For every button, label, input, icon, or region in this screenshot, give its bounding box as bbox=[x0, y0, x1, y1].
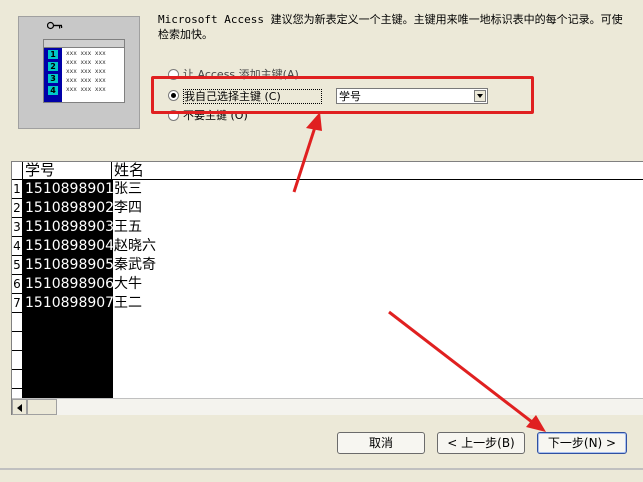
cell-name[interactable]: 秦武奇 bbox=[112, 256, 312, 275]
cell-name[interactable]: 张三 bbox=[112, 180, 312, 199]
highlight-box bbox=[151, 76, 534, 114]
corner-selector[interactable] bbox=[12, 162, 23, 180]
row-selector[interactable]: 7 bbox=[12, 294, 23, 313]
cell-id[interactable]: 1510898904 bbox=[23, 237, 114, 256]
key-number: 4 bbox=[48, 86, 58, 95]
row-selector[interactable]: 6 bbox=[12, 275, 23, 294]
column-header-id[interactable]: 学号 bbox=[23, 162, 112, 180]
divider bbox=[0, 468, 643, 470]
primary-key-illustration: 1 2 3 4 xxx xxx xxx xxx xxx xxx xxx xxx … bbox=[18, 16, 140, 129]
description-line: 检索加快。 bbox=[158, 28, 213, 41]
placeholder-row: xxx xxx xxx bbox=[66, 77, 106, 84]
cell-name[interactable]: 大牛 bbox=[112, 275, 312, 294]
key-number: 2 bbox=[48, 62, 58, 71]
row-selector[interactable]: 5 bbox=[12, 256, 23, 275]
cell-id[interactable]: 1510898902 bbox=[23, 199, 114, 218]
cell-name[interactable]: 赵晓六 bbox=[112, 237, 312, 256]
cell-id[interactable]: 1510898903 bbox=[23, 218, 114, 237]
cell-id[interactable]: 1510898901 bbox=[23, 180, 114, 199]
cell-name[interactable]: 王五 bbox=[112, 218, 312, 237]
cell-id[interactable]: 1510898907 bbox=[23, 294, 114, 313]
row-selector[interactable]: 2 bbox=[12, 199, 23, 218]
placeholder-row: xxx xxx xxx bbox=[66, 68, 106, 75]
row-selector[interactable]: 4 bbox=[12, 237, 23, 256]
cell-name[interactable]: 李四 bbox=[112, 199, 312, 218]
arrowhead bbox=[306, 112, 322, 131]
next-button[interactable]: 下一步(N) > bbox=[537, 432, 627, 454]
cell-id[interactable]: 1510898906 bbox=[23, 275, 114, 294]
description-text: Microsoft Access 建议您为新表定义一个主键。主键用来唯一地标识表… bbox=[158, 12, 643, 42]
key-icon bbox=[47, 21, 63, 30]
row-selector[interactable] bbox=[12, 332, 23, 351]
row-selector[interactable] bbox=[12, 313, 23, 332]
column-header-name[interactable]: 姓名 bbox=[112, 162, 643, 180]
placeholder-row: xxx xxx xxx bbox=[66, 59, 106, 66]
placeholder-row: xxx xxx xxx bbox=[66, 50, 106, 57]
description-line: Microsoft Access 建议您为新表定义一个主键。主键用来唯一地标识表… bbox=[158, 13, 623, 26]
cell-name[interactable]: 王二 bbox=[112, 294, 312, 313]
cell-id[interactable]: 1510898905 bbox=[23, 256, 114, 275]
row-selector[interactable]: 1 bbox=[12, 180, 23, 199]
row-selector[interactable]: 3 bbox=[12, 218, 23, 237]
key-number: 1 bbox=[48, 50, 58, 59]
arrowhead bbox=[526, 415, 546, 432]
key-number: 3 bbox=[48, 74, 58, 83]
cancel-button[interactable]: 取消 bbox=[337, 432, 425, 454]
row-selector[interactable] bbox=[12, 370, 23, 389]
back-button[interactable]: < 上一步(B) bbox=[437, 432, 525, 454]
row-selector[interactable] bbox=[12, 351, 23, 370]
scroll-left-icon[interactable] bbox=[12, 399, 27, 415]
horizontal-scrollbar[interactable] bbox=[12, 398, 643, 415]
scroll-thumb[interactable] bbox=[27, 399, 57, 415]
data-grid[interactable]: 学号 姓名 1 1510898901 张三 2 1510898902 李四 3 1510898… bbox=[11, 161, 643, 415]
placeholder-row: xxx xxx xxx bbox=[66, 86, 106, 93]
illustration-table: 1 2 3 4 xxx xxx xxx xxx xxx xxx xxx xxx … bbox=[43, 39, 125, 103]
